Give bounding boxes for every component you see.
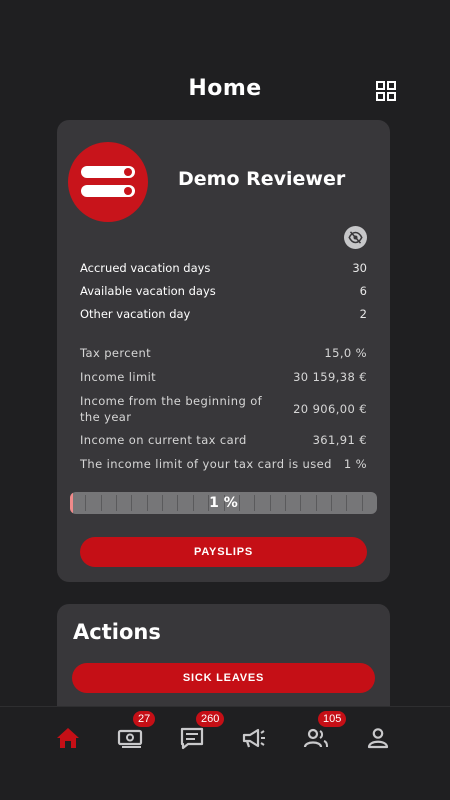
logo-bar-bottom bbox=[81, 185, 135, 197]
progress-label: 1 % bbox=[209, 495, 238, 511]
actions-title: Actions bbox=[73, 620, 161, 644]
vacation-row-accrued: Accrued vacation days 30 bbox=[80, 261, 367, 275]
row-value: 2 bbox=[359, 307, 367, 321]
tab-colleagues[interactable] bbox=[296, 723, 336, 753]
eye-off-icon[interactable] bbox=[344, 226, 367, 249]
tax-row-income-limit: Income limit 30 159,38 € bbox=[80, 370, 367, 384]
grid-icon[interactable] bbox=[376, 81, 396, 101]
tab-home[interactable] bbox=[48, 723, 88, 753]
row-value: 6 bbox=[359, 284, 367, 298]
bottom-tab-bar: 27 260 105 bbox=[0, 706, 450, 800]
row-value: 30 bbox=[352, 261, 367, 275]
tab-profile[interactable] bbox=[358, 723, 398, 753]
tax-row-percent: Tax percent 15,0 % bbox=[80, 346, 367, 360]
vacation-row-other: Other vacation day 2 bbox=[80, 307, 367, 321]
profile-card: Demo Reviewer Accrued vacation days 30 A… bbox=[57, 120, 390, 582]
row-label: Available vacation days bbox=[80, 284, 216, 298]
tax-row-income-year: Income from the beginning of the year 20… bbox=[80, 393, 367, 425]
tab-announcements[interactable] bbox=[234, 723, 274, 753]
tax-row-current-card: Income on current tax card 361,91 € bbox=[80, 433, 367, 447]
row-label: Income limit bbox=[80, 370, 157, 384]
vacation-row-available: Available vacation days 6 bbox=[80, 284, 367, 298]
tax-row-limit-used: The income limit of your tax card is use… bbox=[80, 457, 367, 471]
megaphone-icon bbox=[242, 728, 265, 748]
logo-bar-top bbox=[81, 166, 135, 178]
sick-leaves-button[interactable]: SICK LEAVES bbox=[72, 663, 375, 693]
payments-badge: 27 bbox=[133, 711, 156, 727]
people-icon bbox=[303, 728, 328, 748]
row-value: 1 % bbox=[343, 457, 367, 471]
home-icon bbox=[57, 728, 79, 748]
row-label: Income on current tax card bbox=[80, 433, 247, 447]
payslips-button[interactable]: PAYSLIPS bbox=[80, 537, 367, 567]
row-value: 20 906,00 € bbox=[293, 402, 367, 416]
chat-icon bbox=[180, 727, 204, 750]
company-logo-avatar bbox=[68, 142, 148, 222]
person-icon bbox=[367, 728, 389, 749]
tab-messages[interactable] bbox=[172, 723, 212, 753]
tax-limit-progress-bar: 1 % bbox=[70, 492, 377, 514]
colleagues-badge: 105 bbox=[318, 711, 347, 727]
row-value: 30 159,38 € bbox=[293, 370, 367, 384]
header: Home bbox=[0, 0, 450, 120]
money-icon bbox=[117, 729, 143, 748]
row-label: The income limit of your tax card is use… bbox=[80, 457, 332, 471]
row-value: 15,0 % bbox=[324, 346, 367, 360]
row-label: Income from the beginning of the year bbox=[80, 394, 263, 424]
row-label: Accrued vacation days bbox=[80, 261, 211, 275]
tab-payments[interactable] bbox=[110, 723, 150, 753]
row-label: Tax percent bbox=[80, 346, 152, 360]
row-value: 361,91 € bbox=[312, 433, 367, 447]
row-label: Other vacation day bbox=[80, 307, 191, 321]
messages-badge: 260 bbox=[196, 711, 225, 727]
user-name: Demo Reviewer bbox=[178, 168, 346, 190]
